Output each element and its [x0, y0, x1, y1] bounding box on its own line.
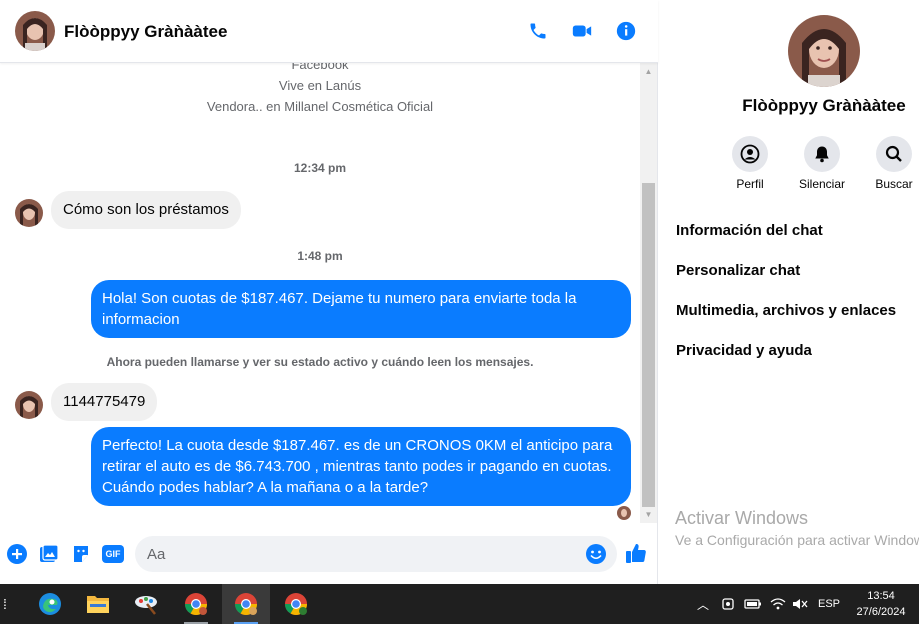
gif-icon[interactable]: GIF [101, 543, 125, 565]
timestamp: 1:48 pm [297, 249, 343, 263]
message-scrollbar[interactable]: ▲ ▼ [640, 63, 657, 523]
video-call-icon[interactable] [570, 19, 594, 43]
emoji-icon[interactable] [585, 543, 607, 565]
mute-action[interactable]: Silenciar [782, 136, 862, 191]
profile-avatar[interactable] [788, 15, 860, 87]
intro-location: Vive en Lanús [278, 78, 362, 93]
thumbs-up-icon[interactable] [624, 541, 648, 565]
language-indicator[interactable]: ESP [814, 584, 844, 624]
phone-icon[interactable] [526, 19, 550, 43]
meet-now-icon[interactable] [718, 584, 738, 624]
seen-receipt-avatar [617, 506, 631, 520]
menu-customize-chat[interactable]: Personalizar chat [676, 262, 800, 279]
search-label: Buscar [875, 177, 913, 191]
windows-activation-title: Activar Windows [675, 508, 809, 528]
profile-action[interactable]: Perfil [710, 136, 790, 191]
wifi-icon[interactable] [768, 584, 788, 624]
outgoing-message[interactable]: Hola! Son cuotas de $187.467. Dejame tu … [91, 280, 631, 338]
show-hidden-icons-icon[interactable]: ︿ [694, 584, 712, 624]
clock-date: 27/6/2024 [856, 606, 906, 618]
gif-label: GIF [102, 545, 124, 563]
chat-details-panel: Flòòppyy Gràǹààtee Perfil Silenciar Busc… [659, 0, 919, 584]
outgoing-message[interactable]: Perfecto! La cuota desde $187.467. es de… [91, 427, 631, 506]
sender-avatar[interactable] [15, 391, 43, 419]
info-icon[interactable] [614, 19, 638, 43]
message-input-box[interactable] [135, 536, 617, 572]
paint-icon[interactable] [122, 584, 170, 624]
chrome-profile-3-icon[interactable] [272, 584, 320, 624]
incoming-message[interactable]: 1144775479 [51, 383, 158, 421]
timestamp: 12:34 pm [293, 161, 347, 175]
profile-name: Flòòppyy Gràǹààtee [742, 96, 906, 115]
messenger-window: Flòòppyy Gràǹààtee Facebook Vive en Lanú… [0, 0, 919, 584]
contact-avatar[interactable] [15, 11, 55, 51]
intro-source: Facebook [291, 63, 349, 72]
mute-label: Silenciar [798, 177, 846, 191]
chat-header: Flòòppyy Gràǹààtee [0, 0, 658, 63]
sender-avatar[interactable] [15, 199, 43, 227]
search-action[interactable]: Buscar [854, 136, 919, 191]
sticker-icon[interactable] [70, 543, 92, 565]
menu-chat-info[interactable]: Información del chat [676, 222, 823, 239]
edge-icon[interactable] [26, 584, 74, 624]
system-notice: Ahora pueden llamarse y ver su estado ac… [106, 355, 534, 369]
taskbar-clock[interactable]: 13:54 27/6/2024 [848, 588, 914, 620]
windows-taskbar: ⁞ ︿ ESP 13:54 27/6/2024 [0, 584, 919, 624]
task-view-icon[interactable]: ⁞ [0, 584, 10, 624]
mute-button[interactable] [804, 136, 840, 172]
menu-privacy-help[interactable]: Privacidad y ayuda [676, 342, 812, 359]
gallery-icon[interactable] [38, 543, 60, 565]
scroll-thumb[interactable] [642, 183, 655, 507]
file-explorer-icon[interactable] [74, 584, 122, 624]
message-input[interactable] [147, 536, 577, 572]
incoming-message[interactable]: Cómo son los préstamos [51, 191, 241, 229]
scroll-up-icon[interactable]: ▲ [640, 63, 657, 80]
clock-time: 13:54 [867, 590, 895, 602]
chrome-profile-2-icon[interactable] [222, 584, 270, 624]
composer: GIF [0, 530, 658, 580]
volume-icon[interactable] [790, 584, 810, 624]
windows-activation-subtitle: Ve a Configuración para activar Windows. [675, 532, 919, 548]
profile-label: Perfil [736, 177, 764, 191]
chat-panel: Flòòppyy Gràǹààtee Facebook Vive en Lanú… [0, 0, 658, 584]
chrome-profile-1-icon[interactable] [172, 584, 220, 624]
battery-icon[interactable] [742, 584, 764, 624]
plus-icon[interactable] [6, 543, 28, 565]
menu-media-files-links[interactable]: Multimedia, archivos y enlaces [676, 302, 896, 319]
intro-work: Vendora.. en Millanel Cosmética Oficial [206, 99, 434, 114]
message-list[interactable]: Facebook Vive en Lanús Vendora.. en Mill… [0, 63, 640, 523]
contact-name[interactable]: Flòòppyy Gràǹààtee [64, 22, 227, 42]
scroll-down-icon[interactable]: ▼ [640, 506, 657, 523]
profile-button[interactable] [732, 136, 768, 172]
search-button[interactable] [876, 136, 912, 172]
